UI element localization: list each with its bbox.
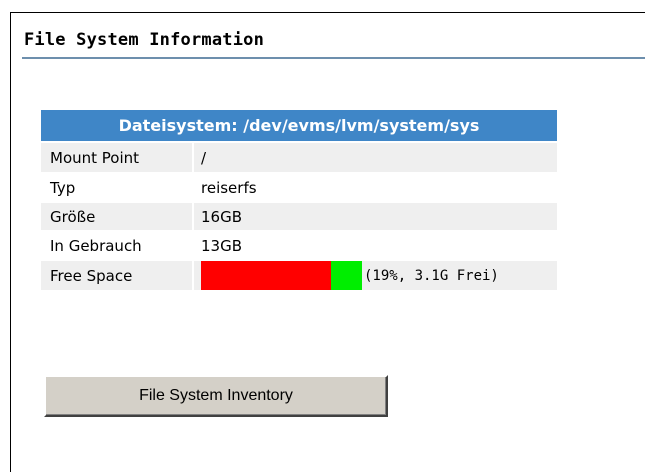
type-value: reiserfs (194, 172, 557, 201)
filesystem-table: Dateisystem: /dev/evms/lvm/system/sys Mo… (41, 110, 557, 290)
table-row-type: Typ reiserfs (41, 172, 557, 201)
filesystem-header-row: Dateisystem: /dev/evms/lvm/system/sys (41, 110, 557, 143)
title-divider (22, 57, 645, 59)
section-title: File System Information (24, 30, 265, 50)
usage-bar (201, 261, 362, 290)
in-use-label: In Gebrauch (41, 230, 194, 259)
free-space-cell: (19%, 3.1G Frei) (194, 259, 557, 290)
table-row-in-use: In Gebrauch 13GB (41, 230, 557, 259)
table-row-free-space: Free Space (19%, 3.1G Frei) (41, 259, 557, 290)
free-space-text: (19%, 3.1G Frei) (364, 267, 499, 284)
in-use-value: 13GB (194, 230, 557, 259)
size-label: Größe (41, 201, 194, 230)
size-value: 16GB (194, 201, 557, 230)
type-label: Typ (41, 172, 194, 201)
file-system-inventory-button[interactable]: File System Inventory (44, 375, 388, 417)
free-space-indicator: (19%, 3.1G Frei) (201, 261, 557, 290)
table-row-mount-point: Mount Point / (41, 143, 557, 172)
mount-point-label: Mount Point (41, 143, 194, 172)
usage-bar-used (201, 261, 332, 290)
filesystem-header: Dateisystem: /dev/evms/lvm/system/sys (41, 110, 557, 143)
mount-point-value: / (194, 143, 557, 172)
free-space-label: Free Space (41, 259, 194, 290)
table-row-size: Größe 16GB (41, 201, 557, 230)
